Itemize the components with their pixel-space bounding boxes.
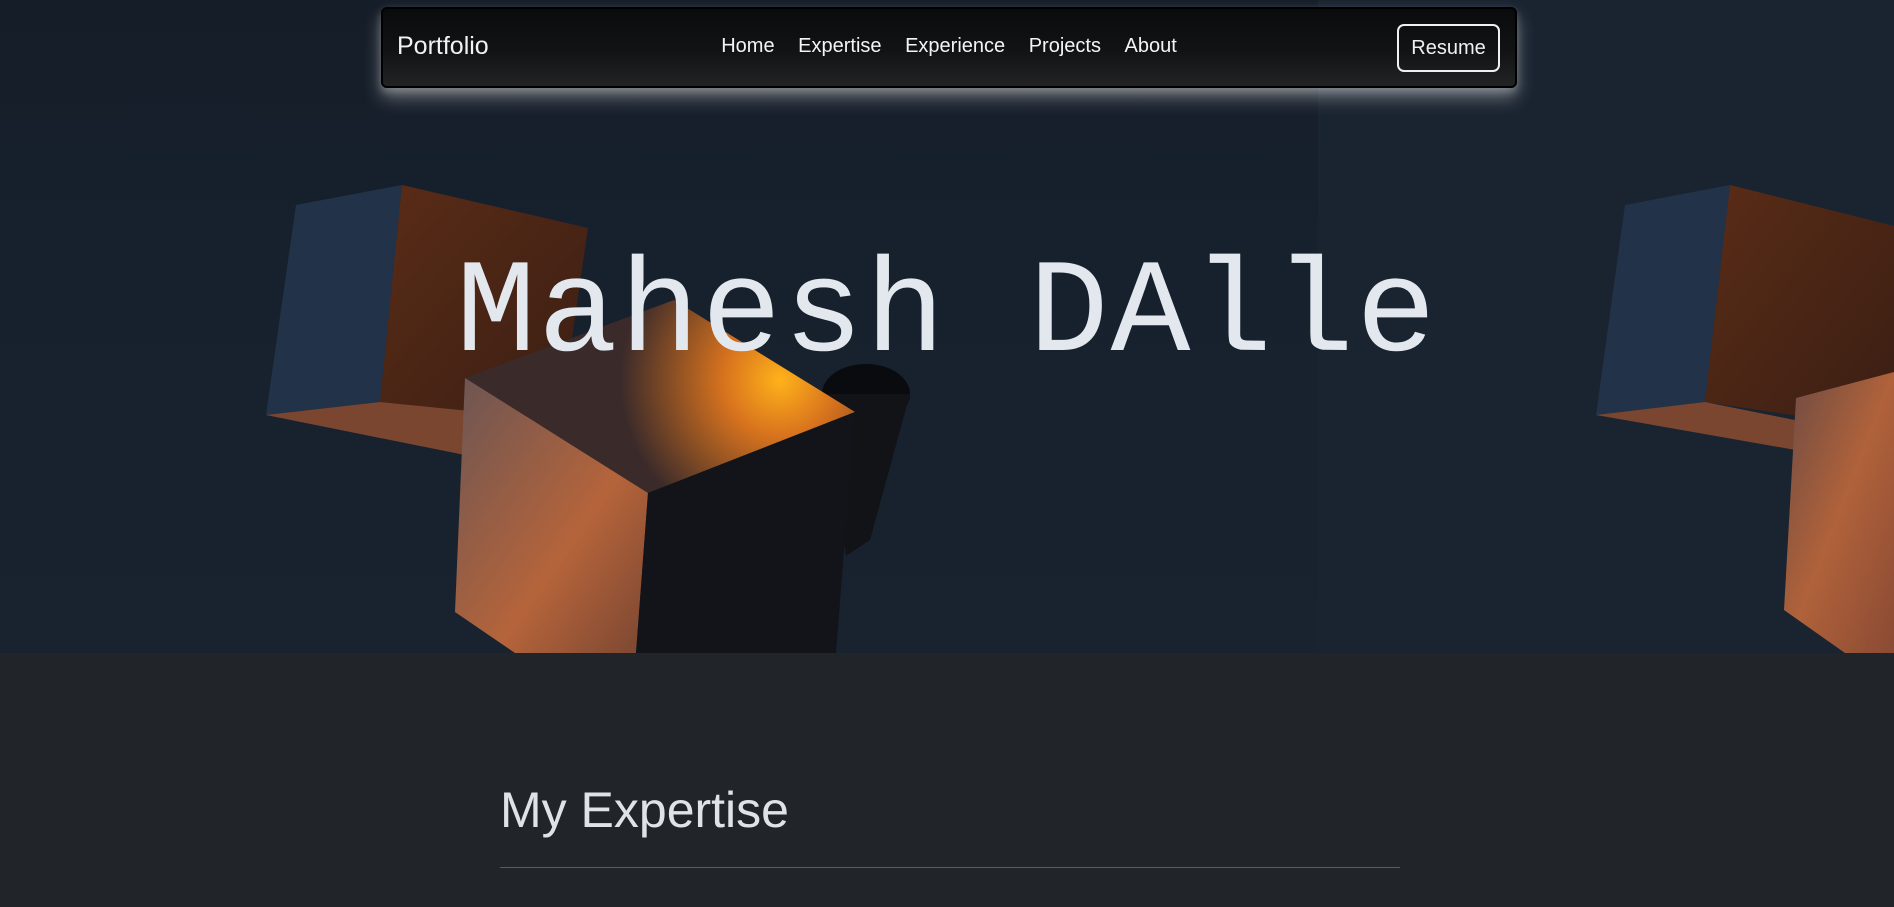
section-title-expertise: My Expertise [500, 782, 789, 838]
resume-button[interactable]: Resume [1397, 24, 1500, 72]
nav-link-experience[interactable]: Experience [905, 35, 1005, 58]
nav-links: Home Expertise Experience Projects About [383, 35, 1515, 58]
nav-link-projects[interactable]: Projects [1029, 35, 1101, 58]
nav-link-expertise[interactable]: Expertise [798, 35, 881, 58]
hero-title: Mahesh DAlle [456, 239, 1438, 390]
section-divider [500, 867, 1400, 868]
navbar: Portfolio Home Expertise Experience Proj… [381, 7, 1517, 88]
hero-section: Mahesh DAlle [0, 0, 1894, 653]
nav-link-home[interactable]: Home [721, 35, 774, 58]
nav-link-about[interactable]: About [1125, 35, 1177, 58]
